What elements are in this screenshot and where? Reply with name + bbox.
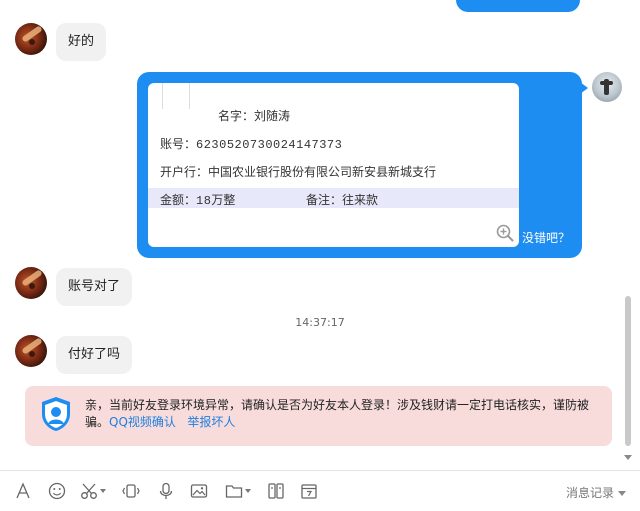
self-avatar[interactable] <box>592 72 622 102</box>
account-label: 账号： <box>160 137 197 151</box>
file-button[interactable] <box>225 480 251 502</box>
amount-value: 18 <box>196 194 212 208</box>
message-text: 账号对了 <box>68 279 121 294</box>
account-number: 6230520730024147373 <box>196 138 343 152</box>
chat-scrollbar[interactable] <box>623 0 633 470</box>
incoming-message-bubble: 好的 <box>56 23 107 61</box>
report-link[interactable]: 举报坏人 <box>187 415 235 429</box>
incoming-message-bubble: 付好了吗 <box>56 336 133 374</box>
more-button[interactable] <box>267 480 285 502</box>
qq-video-verify-link[interactable]: QQ视频确认 <box>109 415 176 429</box>
scissors-icon <box>81 483 97 499</box>
chevron-down-icon[interactable] <box>100 489 106 493</box>
mic-icon <box>159 482 173 499</box>
image-divider <box>162 83 163 109</box>
scroll-down-arrow[interactable] <box>624 455 632 460</box>
image-divider <box>189 83 190 109</box>
amount-unit: 万整 <box>211 193 236 207</box>
security-shield-icon <box>42 397 70 431</box>
input-toolbar: 消息记录 <box>0 472 640 511</box>
image-icon <box>190 484 208 498</box>
voice-button[interactable] <box>157 480 175 502</box>
toolbar-divider <box>0 470 640 471</box>
shake-button[interactable] <box>122 480 140 502</box>
font-icon <box>16 482 30 499</box>
bank-info-image[interactable]: 名字：刘随涛 账号：6230520730024147373 开户行：中国农业银行… <box>148 83 519 247</box>
name-line: 名字：刘随涛 <box>218 109 291 123</box>
account-line: 账号：6230520730024147373 <box>160 135 342 152</box>
message-history-button[interactable]: 消息记录 <box>566 484 626 501</box>
image-button[interactable] <box>190 480 208 502</box>
previous-outgoing-bubble <box>456 0 580 12</box>
warning-message: 亲，当前好友登录环境异常，请确认是否为好友本人登录！涉及钱财请一定打电话核实，谨… <box>85 397 600 431</box>
chat-area: 好的 名字：刘随涛 账号：6230520730024147373 开户行：中国农… <box>0 0 640 470</box>
contact-avatar[interactable] <box>15 267 47 299</box>
contact-avatar[interactable] <box>15 335 47 367</box>
calendar-icon <box>301 484 317 499</box>
zoom-in-icon[interactable] <box>496 224 514 242</box>
amount-line: 金额：18万整 <box>160 191 235 208</box>
outgoing-image-bubble: 名字：刘随涛 账号：6230520730024147373 开户行：中国农业银行… <box>137 72 588 258</box>
scrollbar-thumb[interactable] <box>625 296 631 446</box>
remark-line: 备注：往来款 <box>306 193 379 207</box>
chevron-down-icon[interactable] <box>618 491 626 496</box>
message-timestamp: 14:37:17 <box>295 316 345 329</box>
message-text: 付好了吗 <box>68 347 121 362</box>
bubble-tail <box>580 82 588 94</box>
history-label: 消息记录 <box>565 486 614 500</box>
incoming-message-bubble: 账号对了 <box>56 268 133 306</box>
screenshot-button[interactable] <box>80 480 106 502</box>
camera-icon <box>268 483 284 499</box>
emoji-icon <box>48 482 66 500</box>
folder-icon <box>225 485 243 498</box>
outgoing-caption: 没错吧？ <box>522 231 571 245</box>
security-warning-banner: 亲，当前好友登录环境异常，请确认是否为好友本人登录！涉及钱财请一定打电话核实，谨… <box>25 386 612 446</box>
emoji-button[interactable] <box>48 480 66 502</box>
screenshot-icon <box>122 484 140 498</box>
amount-label: 金额： <box>160 193 197 207</box>
bank-line: 开户行：中国农业银行股份有限公司新安县新城支行 <box>160 165 437 179</box>
contact-avatar[interactable] <box>15 23 47 55</box>
schedule-button[interactable] <box>300 480 318 502</box>
chevron-down-icon[interactable] <box>245 489 251 493</box>
font-button[interactable] <box>14 480 32 502</box>
message-text: 好的 <box>68 34 95 49</box>
